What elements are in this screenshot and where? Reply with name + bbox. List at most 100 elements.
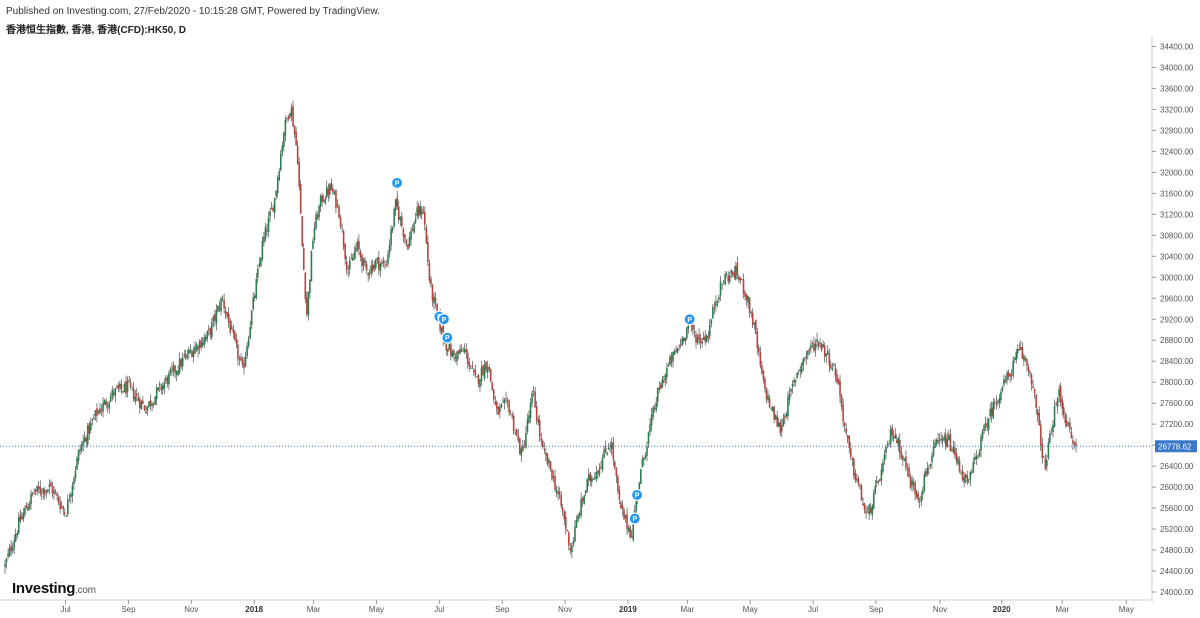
candle-body — [709, 324, 711, 337]
event-marker[interactable]: P — [630, 488, 644, 502]
candle-body — [860, 485, 863, 501]
candle-body — [88, 423, 91, 434]
candle-body — [531, 393, 533, 404]
candle-body — [921, 490, 924, 495]
candlestick-chart[interactable]: PPPPPPP 24000.0024400.0024800.0025200.00… — [0, 0, 1200, 618]
candle-body — [116, 386, 118, 388]
candle-body — [215, 310, 218, 324]
candle-body — [37, 486, 40, 489]
candle-body — [397, 206, 400, 220]
candle-body — [876, 480, 878, 483]
candle-body — [250, 310, 253, 325]
x-tick-label: 2020 — [993, 605, 1011, 614]
event-marker[interactable]: P — [628, 512, 641, 525]
candle-body — [618, 489, 621, 500]
candle-body — [1004, 379, 1007, 383]
x-tick-label: May — [1119, 605, 1134, 614]
candle-body — [785, 413, 788, 417]
candle-body — [624, 514, 627, 518]
candle-body — [281, 145, 284, 153]
candle-body — [503, 399, 506, 403]
candle-body — [672, 351, 674, 361]
candle-body — [347, 271, 350, 273]
y-tick-label: 27600.00 — [1160, 399, 1194, 408]
candle-body — [1021, 347, 1024, 359]
candle-body — [126, 381, 129, 392]
candle-body — [359, 251, 362, 257]
candle-body — [820, 344, 823, 350]
candle-body — [831, 368, 834, 370]
event-marker[interactable]: P — [441, 331, 454, 344]
x-tick-label: Jul — [60, 605, 70, 614]
candle-body — [79, 449, 81, 451]
candle-body — [241, 359, 244, 365]
candle-body — [396, 197, 399, 207]
candle-body — [1059, 386, 1062, 403]
candle-body — [983, 425, 985, 432]
candle-body — [948, 435, 950, 440]
y-tick-label: 33200.00 — [1160, 105, 1194, 114]
candle-body — [332, 188, 334, 193]
candle-body — [489, 368, 492, 382]
candle-body — [894, 434, 896, 439]
candle-body — [1065, 420, 1068, 427]
event-marker[interactable]: P — [683, 313, 696, 326]
candle-body — [578, 513, 581, 516]
candle-body — [902, 455, 904, 460]
marker-label: P — [687, 317, 692, 324]
price-axis[interactable]: 24000.00 24400.00 24800.00 25200.00 25600.00… — [1151, 36, 1194, 602]
candle-body — [171, 368, 173, 370]
candle-body — [70, 494, 72, 498]
event-marker[interactable]: P — [437, 313, 451, 326]
candle-body — [318, 206, 320, 217]
candle-body — [263, 237, 265, 243]
candle-body — [39, 486, 42, 494]
candle-body — [302, 248, 305, 270]
candle-body — [912, 481, 915, 485]
candle-body — [194, 346, 196, 354]
candle-body — [826, 350, 829, 355]
candle-body — [129, 382, 132, 387]
candle-body — [466, 352, 469, 364]
candle-body — [652, 407, 654, 418]
candle-body — [577, 514, 579, 521]
candle-body — [966, 474, 969, 483]
candle-body — [422, 211, 425, 214]
candle-body — [286, 118, 288, 120]
candle-body — [17, 517, 20, 534]
candle-body — [275, 190, 277, 197]
candle-body — [361, 255, 363, 267]
candle-body — [1050, 433, 1053, 435]
candle-body — [264, 227, 267, 239]
candle-body — [796, 373, 798, 379]
candle-body — [191, 351, 193, 357]
candle-body — [940, 438, 942, 441]
candle-body — [416, 207, 418, 217]
candle-body — [1053, 406, 1056, 427]
candle-body — [102, 402, 104, 412]
logo-domain: .com — [75, 585, 96, 596]
time-axis[interactable]: Jul Sep Nov 2018 Mar May Jul Sep Nov 2019 Mar May Ju… — [0, 599, 1152, 614]
candle-body — [1020, 347, 1022, 350]
x-tick-label: Mar — [680, 605, 694, 614]
event-marker[interactable]: P — [390, 176, 404, 189]
candle-body — [747, 295, 749, 304]
candle-body — [279, 153, 282, 171]
candle-body — [13, 540, 15, 549]
candle-body — [77, 450, 80, 462]
candle-body — [451, 351, 454, 358]
candle-body — [817, 342, 820, 347]
candle-body — [474, 370, 477, 376]
candle-body — [938, 439, 941, 441]
candle-body — [696, 337, 699, 343]
candle-body — [842, 404, 844, 422]
candle-body — [549, 461, 552, 470]
candle-body — [482, 365, 484, 376]
candle-body — [16, 532, 19, 536]
candle-body — [803, 357, 806, 360]
candle-body — [287, 115, 290, 120]
candle-body — [267, 217, 270, 233]
candle-body — [1049, 433, 1051, 443]
candle-body — [140, 401, 143, 410]
candle-body — [667, 364, 670, 367]
